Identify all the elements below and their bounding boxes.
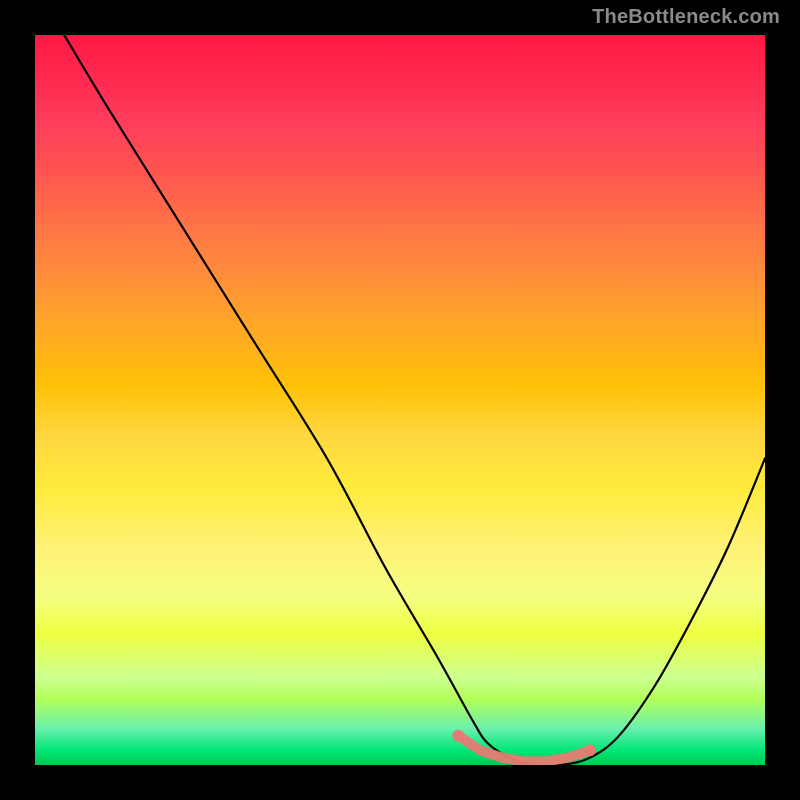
optimal-zone-endpoint	[452, 730, 464, 742]
bottleneck-curve-path	[64, 35, 765, 765]
optimal-zone-markers	[452, 730, 595, 762]
chart-frame: TheBottleneck.com	[0, 0, 800, 800]
optimal-zone-endpoint	[584, 744, 596, 756]
curve-layer	[35, 35, 765, 765]
optimal-zone-stroke	[458, 736, 589, 762]
plot-area	[35, 35, 765, 765]
watermark-text: TheBottleneck.com	[592, 6, 780, 29]
